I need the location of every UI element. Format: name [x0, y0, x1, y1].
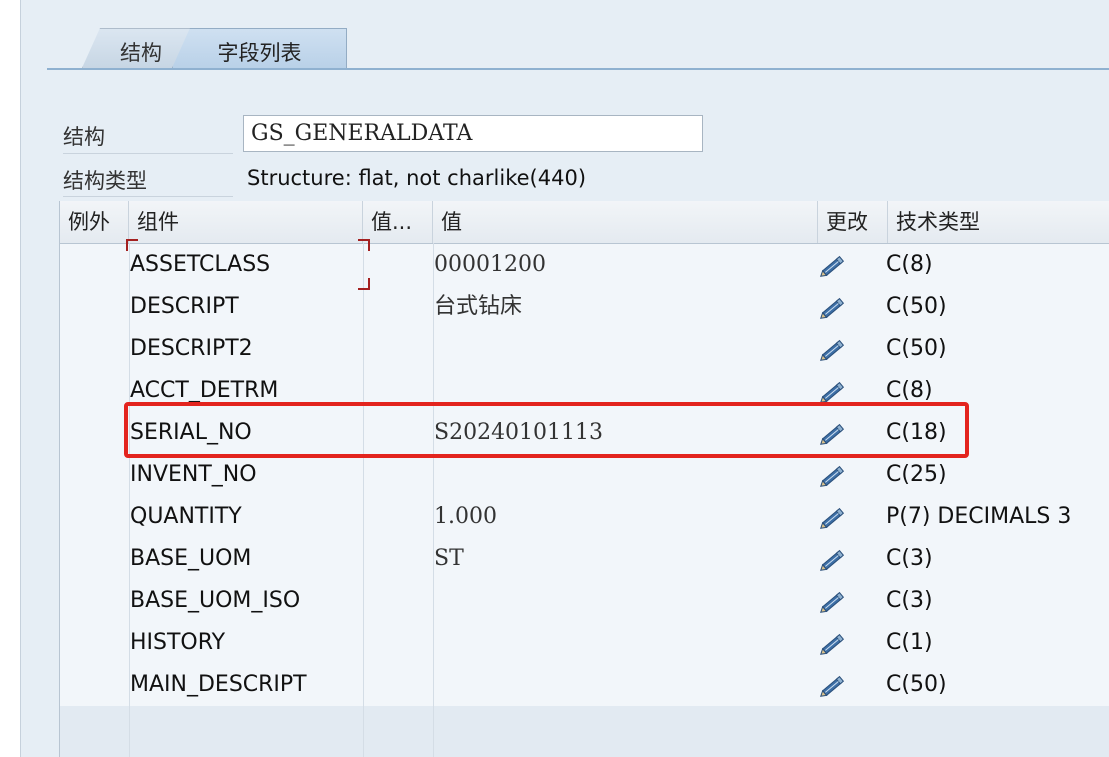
- serial-no-highlight-box: [124, 402, 969, 458]
- field-list-grid: 例外 组件 值... 值 更改 技术类型 ASSETCLASS 00001200 C…: [59, 201, 1109, 757]
- value-cell[interactable]: 台式钻床: [434, 286, 522, 328]
- debugger-panel: 结构 字段列表 结构 GS_GENERALDATA 结构类型 Structure…: [20, 0, 1109, 757]
- pencil-icon[interactable]: [818, 588, 852, 614]
- table-row[interactable]: MAIN_DESCRIPT C(50): [60, 664, 1109, 706]
- pencil-icon[interactable]: [818, 630, 852, 656]
- selection-corner: [358, 278, 370, 290]
- structure-type-value: Structure: flat, not charlike(440): [247, 166, 587, 190]
- table-row[interactable]: INVENT_NO C(25): [60, 454, 1109, 496]
- pencil-icon[interactable]: [818, 672, 852, 698]
- col-header-component[interactable]: 组件: [129, 201, 363, 243]
- tech-type-cell: C(50): [886, 672, 947, 697]
- pencil-icon[interactable]: [818, 504, 852, 530]
- col-header-exception[interactable]: 例外: [60, 201, 129, 243]
- value-cell[interactable]: ST: [434, 538, 464, 580]
- component-cell: INVENT_NO: [130, 462, 257, 487]
- selection-corner: [358, 239, 370, 251]
- pencil-icon[interactable]: [818, 462, 852, 488]
- left-margin: [0, 0, 20, 757]
- table-row[interactable]: DESCRIPT 台式钻床 C(50): [60, 286, 1109, 328]
- pencil-icon[interactable]: [818, 336, 852, 362]
- structure-type-label: 结构类型: [63, 169, 147, 193]
- col-header-tech-type[interactable]: 技术类型: [888, 201, 1109, 243]
- structure-label-underline: [63, 153, 233, 154]
- grid-empty-area: [60, 706, 1109, 757]
- tab-underline: [47, 68, 1109, 70]
- structure-type-label-underline: [63, 196, 233, 197]
- component-cell: BASE_UOM: [130, 546, 252, 571]
- pencil-icon[interactable]: [818, 378, 852, 404]
- component-cell: ASSETCLASS: [130, 252, 271, 277]
- tab-field-list[interactable]: 字段列表: [172, 28, 347, 68]
- tech-type-cell: C(1): [886, 630, 933, 655]
- component-cell: DESCRIPT: [130, 294, 239, 319]
- tech-type-cell: C(3): [886, 546, 933, 571]
- grid-header: 例外 组件 值... 值 更改 技术类型: [60, 201, 1109, 244]
- table-row[interactable]: HISTORY C(1): [60, 622, 1109, 664]
- component-cell: HISTORY: [130, 630, 226, 655]
- pencil-icon[interactable]: [818, 294, 852, 320]
- col-header-change[interactable]: 更改: [818, 201, 888, 243]
- tech-type-cell: C(25): [886, 462, 947, 487]
- value-cell[interactable]: 00001200: [434, 244, 546, 286]
- tech-type-cell: C(50): [886, 336, 947, 361]
- tab-strip: 结构 字段列表: [46, 0, 1109, 70]
- pencil-icon[interactable]: [818, 252, 852, 278]
- structure-input[interactable]: GS_GENERALDATA: [243, 115, 703, 152]
- selection-corner: [126, 239, 138, 251]
- tech-type-cell: P(7) DECIMALS 3: [886, 504, 1072, 529]
- table-row[interactable]: QUANTITY 1.000 P(7) DECIMALS 3: [60, 496, 1109, 538]
- value-cell[interactable]: 1.000: [434, 496, 497, 538]
- component-cell: MAIN_DESCRIPT: [130, 672, 307, 697]
- table-row[interactable]: BASE_UOM ST C(3): [60, 538, 1109, 580]
- tech-type-cell: C(50): [886, 294, 947, 319]
- table-row[interactable]: ASSETCLASS 00001200 C(8): [60, 244, 1109, 286]
- component-cell: DESCRIPT2: [130, 336, 253, 361]
- col-header-value-short[interactable]: 值...: [363, 201, 433, 243]
- tech-type-cell: C(3): [886, 588, 933, 613]
- tech-type-cell: C(8): [886, 252, 933, 277]
- table-row[interactable]: BASE_UOM_ISO C(3): [60, 580, 1109, 622]
- component-cell: QUANTITY: [130, 504, 242, 529]
- col-header-value[interactable]: 值: [433, 201, 818, 243]
- structure-label: 结构: [63, 125, 105, 149]
- component-cell: BASE_UOM_ISO: [130, 588, 301, 613]
- table-row[interactable]: DESCRIPT2 C(50): [60, 328, 1109, 370]
- pencil-icon[interactable]: [818, 546, 852, 572]
